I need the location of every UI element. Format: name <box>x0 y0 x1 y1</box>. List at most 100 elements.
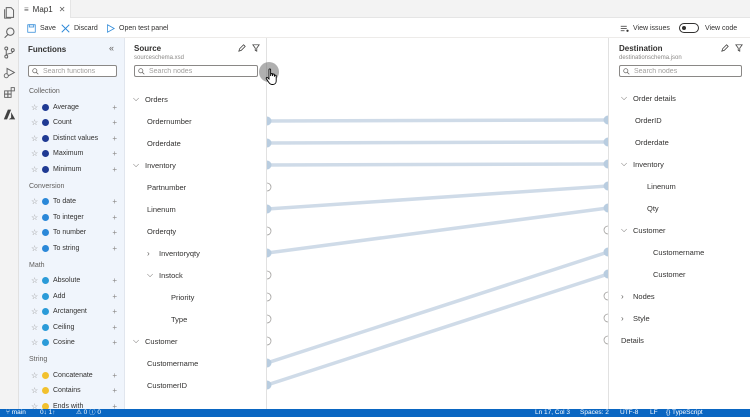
add-function-icon[interactable]: + <box>112 338 117 347</box>
source-node[interactable]: Partnumber <box>147 181 186 193</box>
branch-status[interactable]: ⑂ main <box>6 409 26 417</box>
function-item[interactable]: ☆ To string + <box>31 242 117 254</box>
source-handle[interactable] <box>267 226 272 236</box>
view-issues-button[interactable]: View issues <box>620 22 670 34</box>
filter-icon[interactable] <box>252 44 260 52</box>
collapse-panel-icon[interactable]: « <box>109 43 114 53</box>
problems-status[interactable]: ⚠ 0 ⓘ 0 <box>76 409 101 417</box>
function-section-header[interactable]: Math <box>29 262 45 269</box>
source-node[interactable]: Customername <box>147 357 198 369</box>
function-item[interactable]: ☆ To integer + <box>31 211 117 223</box>
destination-search[interactable] <box>619 65 742 77</box>
functions-search[interactable] <box>28 65 117 77</box>
function-item[interactable]: ☆ Distinct values + <box>31 132 117 144</box>
chevron-right-icon[interactable]: › <box>147 249 153 258</box>
sync-status[interactable]: 0↓ 1↑ <box>40 409 56 417</box>
language-mode[interactable]: {} TypeScript <box>666 409 703 417</box>
source-search[interactable] <box>134 65 258 77</box>
source-handle[interactable] <box>267 336 272 346</box>
favorite-star-icon[interactable]: ☆ <box>31 244 41 253</box>
favorite-star-icon[interactable]: ☆ <box>31 118 41 127</box>
favorite-star-icon[interactable]: ☆ <box>31 197 41 206</box>
function-item[interactable]: ☆ Average + <box>31 101 117 113</box>
mapping-line[interactable] <box>267 206 608 255</box>
functions-search-input[interactable] <box>43 66 113 76</box>
discard-button[interactable]: Discard <box>61 22 98 34</box>
chevron-down-icon[interactable]: ⌵ <box>621 93 627 103</box>
favorite-star-icon[interactable]: ☆ <box>31 134 41 143</box>
source-node[interactable]: ⌵ Instock <box>147 269 183 281</box>
source-handle[interactable] <box>267 204 272 214</box>
source-node[interactable]: ⌵ Inventory <box>133 159 176 171</box>
source-node[interactable]: Type <box>171 313 187 325</box>
source-handle[interactable] <box>267 182 272 192</box>
function-item[interactable]: ☆ Cosine + <box>31 337 117 349</box>
chevron-right-icon[interactable]: › <box>621 314 627 323</box>
source-node[interactable]: Priority <box>171 291 194 303</box>
add-function-icon[interactable]: + <box>112 149 117 158</box>
favorite-star-icon[interactable]: ☆ <box>31 149 41 158</box>
add-function-icon[interactable]: + <box>112 323 117 332</box>
destination-node[interactable]: Customername <box>653 246 704 258</box>
function-section-header[interactable]: Conversion <box>29 183 64 190</box>
source-handle[interactable] <box>267 358 272 368</box>
destination-node[interactable]: Qty <box>647 202 659 214</box>
mapping-line[interactable] <box>267 140 608 145</box>
source-node[interactable]: Linenum <box>147 203 176 215</box>
source-search-input[interactable] <box>149 66 219 76</box>
end-of-line[interactable]: LF <box>650 409 658 417</box>
azure-icon[interactable] <box>3 108 16 121</box>
chevron-down-icon[interactable]: ⌵ <box>133 94 139 104</box>
chevron-down-icon[interactable]: ⌵ <box>621 225 627 235</box>
add-function-icon[interactable]: + <box>112 228 117 237</box>
function-item[interactable]: ☆ Add + <box>31 290 117 302</box>
function-item[interactable]: ☆ Contains + <box>31 385 117 397</box>
function-item[interactable]: ☆ Ends with + <box>31 400 117 409</box>
encoding[interactable]: UTF-8 <box>620 409 638 417</box>
filter-icon[interactable] <box>735 44 743 52</box>
source-handle[interactable] <box>267 270 272 280</box>
chevron-down-icon[interactable]: ⌵ <box>621 159 627 169</box>
destination-node[interactable]: ⌵ Customer <box>621 224 666 236</box>
destination-node[interactable]: ⌵ Order details <box>621 92 676 104</box>
favorite-star-icon[interactable]: ☆ <box>31 371 41 380</box>
add-function-icon[interactable]: + <box>112 307 117 316</box>
source-node[interactable]: CustomerID <box>147 379 187 391</box>
open-test-panel-button[interactable]: Open test panel <box>106 22 168 34</box>
mapping-line[interactable] <box>267 118 608 123</box>
chevron-down-icon[interactable]: ⌵ <box>133 160 139 170</box>
favorite-star-icon[interactable]: ☆ <box>31 228 41 237</box>
mapping-line[interactable] <box>267 272 608 387</box>
source-node[interactable]: ⌵ Customer <box>133 335 178 347</box>
toggle-switch[interactable] <box>679 23 699 33</box>
chevron-down-icon[interactable]: ⌵ <box>133 336 139 346</box>
source-handle[interactable] <box>267 292 272 302</box>
add-function-icon[interactable]: + <box>112 244 117 253</box>
indentation[interactable]: Spaces: 2 <box>580 409 609 417</box>
add-function-icon[interactable]: + <box>112 165 117 174</box>
source-handle[interactable] <box>267 138 272 148</box>
source-handle[interactable] <box>267 116 272 126</box>
function-item[interactable]: ☆ To date + <box>31 196 117 208</box>
favorite-star-icon[interactable]: ☆ <box>31 323 41 332</box>
destination-node[interactable]: › Nodes <box>621 290 655 302</box>
favorite-star-icon[interactable]: ☆ <box>31 165 41 174</box>
cursor-position[interactable]: Ln 17, Col 3 <box>535 409 570 417</box>
function-item[interactable]: ☆ Maximum + <box>31 148 117 160</box>
favorite-star-icon[interactable]: ☆ <box>31 276 41 285</box>
destination-node[interactable]: Linenum <box>647 180 676 192</box>
function-item[interactable]: ☆ To number + <box>31 227 117 239</box>
function-item[interactable]: ☆ Arctangent + <box>31 306 117 318</box>
explorer-icon[interactable] <box>3 6 16 19</box>
favorite-star-icon[interactable]: ☆ <box>31 103 41 112</box>
add-function-icon[interactable]: + <box>112 197 117 206</box>
add-function-icon[interactable]: + <box>112 276 117 285</box>
source-handle[interactable] <box>267 314 272 324</box>
favorite-star-icon[interactable]: ☆ <box>31 338 41 347</box>
edit-icon[interactable] <box>721 44 729 52</box>
add-function-icon[interactable]: + <box>112 292 117 301</box>
favorite-star-icon[interactable]: ☆ <box>31 292 41 301</box>
source-node[interactable]: Ordernumber <box>147 115 192 127</box>
source-handle[interactable] <box>267 380 272 390</box>
source-node[interactable]: Orderqty <box>147 225 176 237</box>
